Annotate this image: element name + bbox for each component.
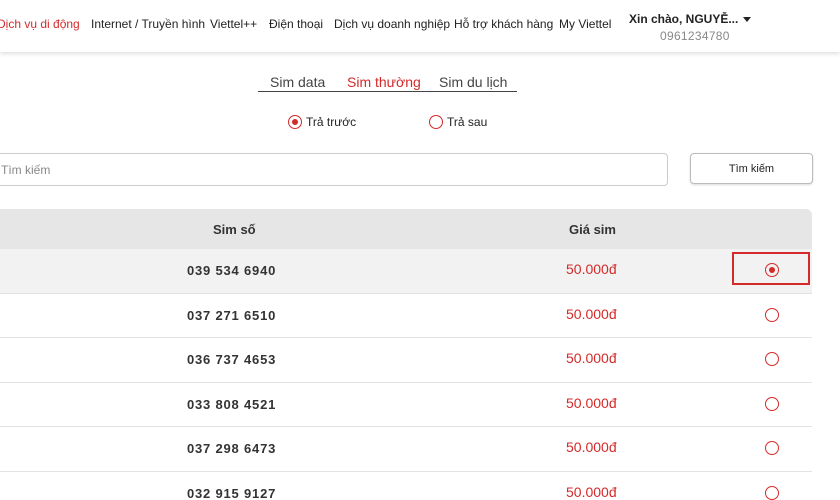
nav-item-viettel-plus[interactable]: Viettel++ bbox=[210, 17, 257, 31]
table-row[interactable]: 036 737 4653 50.000đ bbox=[0, 338, 812, 383]
sim-type-tabs: Sim data Sim thường Sim du lịch bbox=[258, 72, 517, 92]
nav-item-support[interactable]: Hỗ trợ khách hàng bbox=[454, 17, 553, 31]
table-row[interactable]: 033 808 4521 50.000đ bbox=[0, 382, 812, 427]
top-nav: Dịch vụ di động Internet / Truyền hình V… bbox=[0, 0, 840, 52]
sim-price: 50.000đ bbox=[566, 261, 617, 277]
tab-sim-data[interactable]: Sim data bbox=[270, 74, 325, 90]
table-row[interactable]: 032 915 9127 50.000đ bbox=[0, 471, 812, 500]
sim-price: 50.000đ bbox=[566, 483, 617, 500]
header-sim-price: Giá sim bbox=[569, 222, 616, 237]
sim-number: 036 737 4653 bbox=[187, 352, 277, 367]
payment-option-prepaid[interactable]: Trả trước bbox=[288, 115, 356, 129]
nav-item-internet-tv[interactable]: Internet / Truyền hình bbox=[91, 17, 205, 31]
sim-price: 50.000đ bbox=[566, 394, 617, 411]
tab-sim-thuong[interactable]: Sim thường bbox=[347, 74, 421, 90]
radio-checked-icon[interactable] bbox=[765, 263, 779, 277]
sim-number: 037 271 6510 bbox=[187, 307, 277, 323]
sim-price: 50.000đ bbox=[566, 350, 617, 366]
sim-price: 50.000đ bbox=[566, 305, 617, 322]
table-header: Sim số Giá sim bbox=[0, 209, 812, 249]
table-row[interactable]: 037 298 6473 50.000đ bbox=[0, 427, 812, 472]
payment-option-label: Trả trước bbox=[306, 115, 357, 129]
sim-table: Sim số Giá sim 039 534 6940 50.000đ 037 … bbox=[0, 209, 812, 500]
nav-item-phone[interactable]: Điện thoại bbox=[269, 17, 323, 31]
sim-price: 50.000đ bbox=[566, 439, 617, 455]
header-sim-number: Sim số bbox=[213, 222, 256, 237]
radio-unchecked-icon[interactable] bbox=[765, 352, 779, 366]
caret-down-icon bbox=[743, 17, 752, 23]
sim-number: 037 298 6473 bbox=[187, 441, 277, 456]
sim-number: 033 808 4521 bbox=[187, 396, 277, 412]
radio-unchecked-icon[interactable] bbox=[765, 485, 779, 500]
search-input[interactable] bbox=[0, 153, 668, 186]
radio-checked-icon[interactable] bbox=[288, 115, 302, 129]
radio-unchecked-icon[interactable] bbox=[765, 396, 779, 411]
sim-number: 032 915 9127 bbox=[187, 485, 277, 500]
nav-item-mobile-services[interactable]: Dịch vụ di động bbox=[0, 17, 80, 31]
user-greeting: Xin chào, NGUYỄ... bbox=[629, 12, 739, 26]
radio-unchecked-icon[interactable] bbox=[765, 441, 779, 455]
nav-item-my-viettel[interactable]: My Viettel bbox=[559, 17, 611, 31]
table-row[interactable]: 037 271 6510 50.000đ bbox=[0, 293, 812, 338]
tab-sim-du-lich[interactable]: Sim du lịch bbox=[439, 74, 507, 90]
radio-unchecked-icon[interactable] bbox=[429, 115, 443, 129]
main-content: Sim data Sim thường Sim du lịch Trả trướ… bbox=[0, 52, 840, 500]
search-button[interactable]: Tìm kiếm bbox=[690, 153, 813, 184]
radio-unchecked-icon[interactable] bbox=[765, 307, 779, 322]
payment-option-postpaid[interactable]: Trả sau bbox=[429, 115, 487, 129]
user-menu[interactable]: Xin chào, NGUYỄ... bbox=[629, 12, 752, 26]
nav-item-enterprise[interactable]: Dịch vụ doanh nghiệp bbox=[334, 17, 450, 31]
user-phone: 0961234780 bbox=[660, 29, 730, 43]
sim-number: 039 534 6940 bbox=[187, 263, 277, 278]
payment-option-label: Trả sau bbox=[447, 115, 488, 129]
table-row[interactable]: 039 534 6940 50.000đ bbox=[0, 249, 812, 294]
